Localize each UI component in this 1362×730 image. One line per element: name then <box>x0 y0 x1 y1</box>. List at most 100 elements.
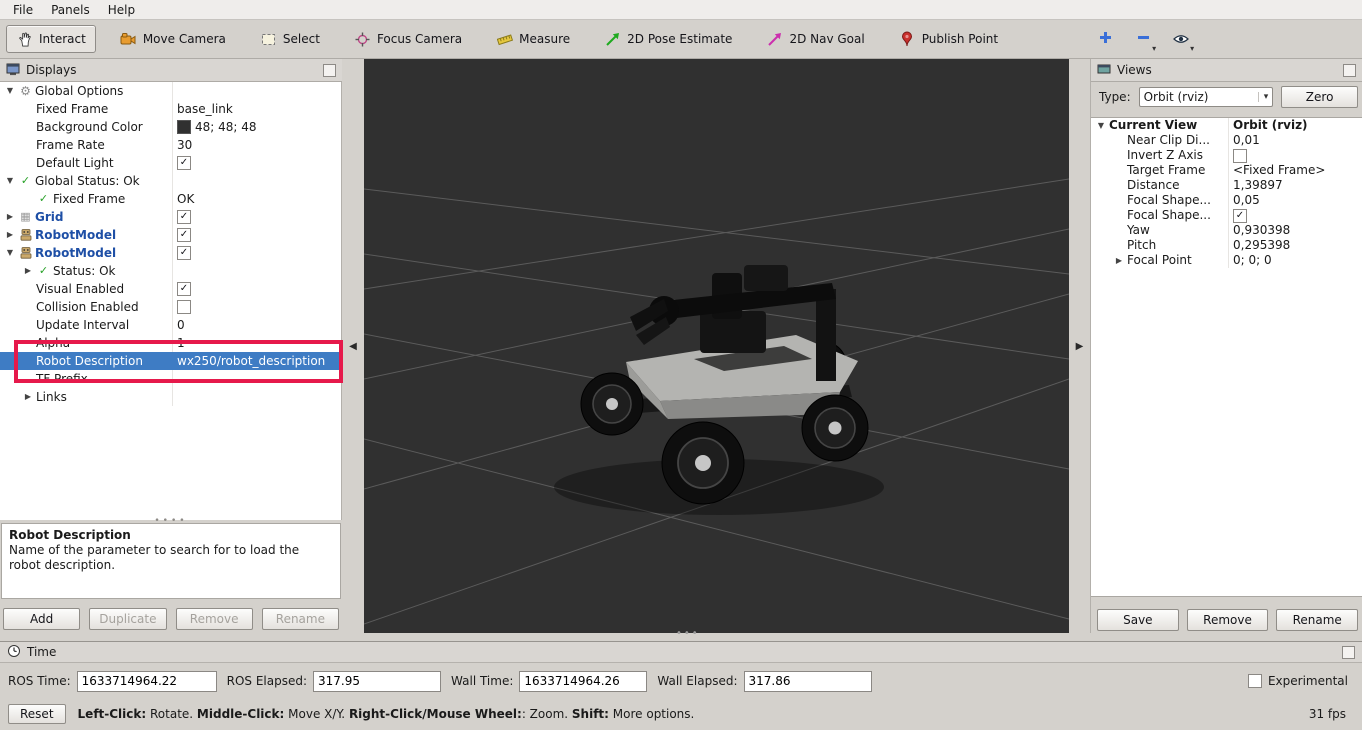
experimental-checkbox[interactable] <box>1248 674 1262 688</box>
tree-row[interactable]: Update Interval0 <box>0 316 341 334</box>
property-value[interactable]: 0,01 <box>1228 133 1362 148</box>
ros-elapsed-input[interactable] <box>313 671 441 692</box>
property-value[interactable]: 1,39897 <box>1228 178 1362 193</box>
checkbox[interactable] <box>1233 149 1247 163</box>
bottom-splitter-handle-icon[interactable]: ••• <box>676 628 700 639</box>
tree-row[interactable]: Frame Rate30 <box>0 136 341 154</box>
checkbox[interactable]: ✓ <box>177 228 191 242</box>
property-value[interactable]: Orbit (rviz) <box>1228 118 1362 133</box>
checkbox[interactable]: ✓ <box>177 246 191 260</box>
3d-viewport[interactable] <box>364 59 1069 633</box>
property-value[interactable] <box>172 82 341 100</box>
tree-row[interactable]: Distance1,39897 <box>1091 178 1362 193</box>
tree-row[interactable]: ▶RobotModel✓ <box>0 226 341 244</box>
tree-row[interactable]: ▶▦Grid✓ <box>0 208 341 226</box>
tool-move-camera[interactable]: Move Camera <box>110 25 236 53</box>
property-value[interactable]: 30 <box>172 136 341 154</box>
tool-select[interactable]: Select <box>250 25 330 53</box>
property-value[interactable] <box>172 172 341 190</box>
property-value[interactable]: OK <box>172 190 341 208</box>
tree-row[interactable]: Fixed Framebase_link <box>0 100 341 118</box>
property-value[interactable]: 0,05 <box>1228 193 1362 208</box>
right-panel-splitter[interactable]: ▶ <box>1069 59 1090 633</box>
tree-row[interactable]: Pitch0,295398 <box>1091 238 1362 253</box>
property-value[interactable]: <Fixed Frame> <box>1228 163 1362 178</box>
expander-icon[interactable]: ▶ <box>1112 253 1126 268</box>
tree-row[interactable]: Focal Shape...0,05 <box>1091 193 1362 208</box>
property-value[interactable]: ✓ <box>172 208 341 226</box>
tree-row[interactable]: Target Frame<Fixed Frame> <box>1091 163 1362 178</box>
tree-row[interactable]: Collision Enabled <box>0 298 341 316</box>
ros-time-input[interactable] <box>77 671 217 692</box>
expander-icon[interactable]: ▼ <box>3 244 17 262</box>
expander-icon[interactable]: ▶ <box>3 226 17 244</box>
property-value[interactable] <box>172 298 341 316</box>
property-value[interactable] <box>172 388 341 406</box>
tool-focus-camera[interactable]: Focus Camera <box>344 25 472 53</box>
expander-icon[interactable]: ▼ <box>1094 118 1108 133</box>
expander-icon[interactable]: ▶ <box>21 388 35 406</box>
add-tool-button[interactable] <box>1092 26 1118 52</box>
tree-row[interactable]: Default Light✓ <box>0 154 341 172</box>
panel-float-button[interactable] <box>1343 64 1356 77</box>
reset-button[interactable]: Reset <box>8 704 66 724</box>
property-value[interactable]: base_link <box>172 100 341 118</box>
expander-icon[interactable]: ▶ <box>21 262 35 280</box>
3d-scene[interactable] <box>364 59 1069 633</box>
property-value[interactable]: 0,930398 <box>1228 223 1362 238</box>
remove-tool-button[interactable]: ▾ <box>1130 26 1156 52</box>
wall-time-input[interactable] <box>519 671 647 692</box>
property-value[interactable] <box>172 370 341 388</box>
tree-row[interactable]: ▼Current ViewOrbit (rviz) <box>1091 118 1362 133</box>
property-value[interactable]: ✓ <box>1228 208 1362 223</box>
tree-row[interactable]: Yaw0,930398 <box>1091 223 1362 238</box>
menu-help[interactable]: Help <box>99 2 144 18</box>
property-value[interactable]: ✓ <box>172 280 341 298</box>
visibility-button[interactable]: ▾ <box>1168 26 1194 52</box>
rename-button[interactable]: Rename <box>1276 609 1358 631</box>
remove-button[interactable]: Remove <box>1187 609 1269 631</box>
property-value[interactable] <box>1228 148 1362 163</box>
expander-icon[interactable]: ▼ <box>3 82 17 100</box>
add-button[interactable]: Add <box>3 608 80 630</box>
property-value[interactable]: wx250/robot_description <box>172 352 341 370</box>
tool-interact[interactable]: Interact <box>6 25 96 53</box>
remove-button[interactable]: Remove <box>176 608 253 630</box>
menu-panels[interactable]: Panels <box>42 2 99 18</box>
tree-row[interactable]: ▼✓Global Status: Ok <box>0 172 341 190</box>
tree-row[interactable]: ▶Focal Point0; 0; 0 <box>1091 253 1362 268</box>
panel-float-button[interactable] <box>1342 646 1355 659</box>
property-value[interactable]: ✓ <box>172 244 341 262</box>
tree-row[interactable]: Alpha1 <box>0 334 341 352</box>
collapse-right-arrow-icon[interactable]: ▶ <box>1076 341 1084 352</box>
tree-row[interactable]: ▶✓Status: Ok <box>0 262 341 280</box>
tree-row[interactable]: Invert Z Axis <box>1091 148 1362 163</box>
property-value[interactable]: 0 <box>172 316 341 334</box>
view-type-select[interactable]: Orbit (rviz) ▾ <box>1139 87 1274 107</box>
expander-icon[interactable]: ▶ <box>3 208 17 226</box>
tree-row[interactable]: ▼RobotModel✓ <box>0 244 341 262</box>
checkbox[interactable]: ✓ <box>177 156 191 170</box>
rename-button[interactable]: Rename <box>262 608 339 630</box>
tool-measure[interactable]: Measure <box>486 25 580 53</box>
property-value[interactable]: ✓ <box>172 226 341 244</box>
left-panel-splitter[interactable]: ◀ <box>342 59 364 633</box>
tree-row[interactable]: Near Clip Di...0,01 <box>1091 133 1362 148</box>
zero-button[interactable]: Zero <box>1281 86 1358 108</box>
tree-row[interactable]: ✓Fixed FrameOK <box>0 190 341 208</box>
property-value[interactable]: 48; 48; 48 <box>172 118 341 136</box>
property-value[interactable]: ✓ <box>172 154 341 172</box>
save-button[interactable]: Save <box>1097 609 1179 631</box>
tree-row[interactable]: Visual Enabled✓ <box>0 280 341 298</box>
property-value[interactable]: 0; 0; 0 <box>1228 253 1362 268</box>
tool-2d-pose-estimate[interactable]: 2D Pose Estimate <box>594 25 742 53</box>
checkbox[interactable]: ✓ <box>1233 209 1247 223</box>
tree-row[interactable]: ▶Links <box>0 388 341 406</box>
duplicate-button[interactable]: Duplicate <box>89 608 166 630</box>
tool-publish-point[interactable]: Publish Point <box>889 25 1008 53</box>
tree-row[interactable]: TF Prefix <box>0 370 341 388</box>
wall-elapsed-input[interactable] <box>744 671 872 692</box>
property-value[interactable] <box>172 262 341 280</box>
panel-float-button[interactable] <box>323 64 336 77</box>
checkbox[interactable] <box>177 300 191 314</box>
